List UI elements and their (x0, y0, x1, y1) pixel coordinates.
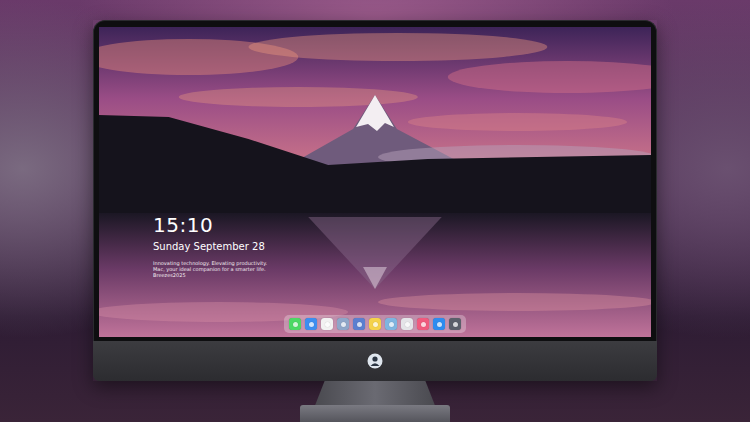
dock-app-icon[interactable] (417, 318, 429, 330)
dock (284, 315, 466, 333)
app-glyph-icon (325, 322, 330, 327)
monitor: 15:10 Sunday September 28 Innovating techn… (93, 20, 657, 381)
dock-app-icon[interactable] (449, 318, 461, 330)
lock-info: 15:10 Sunday September 28 Innovating techn… (99, 27, 651, 315)
dock-app-icon[interactable] (385, 318, 397, 330)
wallpaper-image (99, 27, 651, 337)
app-glyph-icon (373, 322, 378, 327)
app-glyph-icon (357, 322, 362, 327)
monitor-bezel: 15:10 Sunday September 28 Innovating techn… (93, 20, 657, 341)
clock-date: Sunday September 28 (153, 240, 651, 253)
dock-app-icon[interactable] (353, 318, 365, 330)
dock-app-icon[interactable] (401, 318, 413, 330)
dock-app-icon[interactable] (289, 318, 301, 330)
lock-tagline: Innovating technology. Elevating product… (153, 260, 269, 278)
app-glyph-icon (309, 322, 314, 327)
monitor-stand (315, 381, 435, 405)
dock-app-icon[interactable] (305, 318, 317, 330)
clock-time: 15:10 (153, 213, 651, 237)
dock-app-icon[interactable] (337, 318, 349, 330)
lock-screen: 15:10 Sunday September 28 Innovating techn… (99, 27, 651, 337)
app-glyph-icon (421, 322, 426, 327)
brand-logo-icon (367, 353, 383, 369)
app-glyph-icon (437, 322, 442, 327)
app-glyph-icon (405, 322, 410, 327)
app-glyph-icon (341, 322, 346, 327)
dock-app-icon[interactable] (433, 318, 445, 330)
dock-app-icon[interactable] (369, 318, 381, 330)
app-glyph-icon (293, 322, 298, 327)
desktop-scene: 15:10 Sunday September 28 Innovating techn… (0, 0, 750, 422)
monitor-chin (93, 341, 657, 381)
dock-app-icon[interactable] (321, 318, 333, 330)
monitor-base (300, 405, 450, 422)
app-glyph-icon (453, 322, 458, 327)
app-glyph-icon (389, 322, 394, 327)
